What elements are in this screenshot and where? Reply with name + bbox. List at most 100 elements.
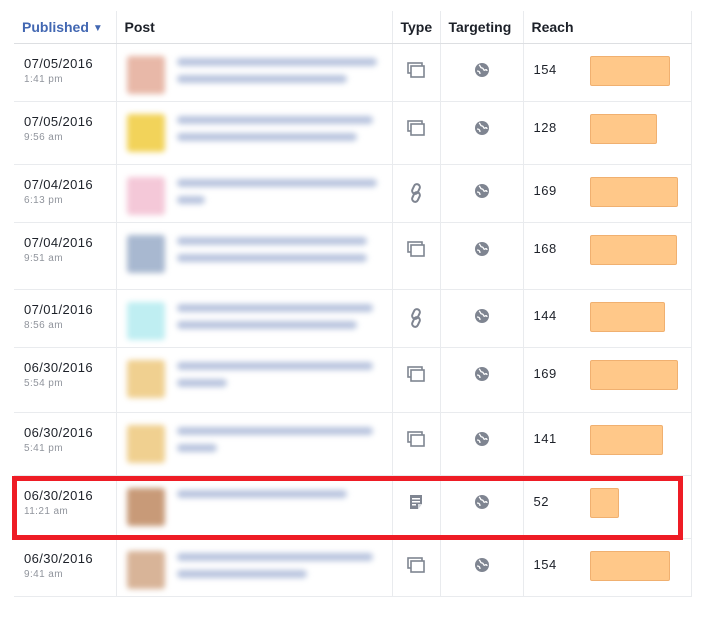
reach-value: 141 [533, 431, 557, 446]
link-icon [408, 308, 424, 332]
post-text-blurred [176, 427, 373, 435]
post-thumbnail[interactable] [126, 302, 165, 340]
post-thumbnail[interactable] [126, 177, 165, 215]
globe-icon [474, 184, 490, 203]
targeting-cell [440, 289, 524, 348]
post-text-blurred [176, 133, 357, 141]
post-text-blurred [176, 553, 373, 561]
post-cell[interactable] [116, 222, 393, 290]
type-cell [392, 101, 441, 165]
table-row[interactable]: 07/01/2016 8:56 am 144 [14, 289, 692, 348]
column-header-reach[interactable]: Reach [523, 11, 692, 44]
published-cell: 06/30/2016 11:21 am [14, 475, 117, 539]
table-row[interactable]: 06/30/2016 5:54 pm 169 [14, 347, 692, 413]
reach-cell: 154 [523, 43, 692, 102]
posts-table-container: Published ▼ Post Type Targeting Reach 07/… [14, 11, 692, 597]
reach-bar [589, 235, 677, 265]
post-text-blurred [176, 490, 347, 498]
published-cell: 07/05/2016 9:56 am [14, 101, 117, 165]
post-text-blurred [176, 570, 307, 578]
globe-icon [474, 432, 490, 451]
table-row[interactable]: 07/05/2016 9:56 am 128 [14, 101, 692, 165]
post-cell[interactable] [116, 475, 393, 539]
table-row[interactable]: 07/04/2016 9:51 am 168 [14, 222, 692, 290]
type-cell [392, 475, 441, 539]
post-thumbnail[interactable] [126, 360, 165, 398]
globe-icon [474, 121, 490, 140]
status-icon [407, 557, 425, 577]
reach-bar [589, 488, 619, 518]
post-cell[interactable] [116, 43, 393, 102]
targeting-cell [440, 538, 524, 597]
table-row[interactable]: 06/30/2016 5:41 pm 141 [14, 412, 692, 476]
published-date: 06/30/2016 [24, 551, 94, 566]
post-thumbnail[interactable] [126, 425, 165, 463]
reach-value: 52 [533, 494, 549, 509]
type-cell [392, 412, 441, 476]
table-row[interactable]: 07/05/2016 1:41 pm 154 [14, 43, 692, 102]
post-text-blurred [176, 379, 227, 387]
reach-bar [589, 177, 678, 207]
post-text-blurred [176, 444, 217, 452]
targeting-cell [440, 475, 524, 539]
published-date: 07/05/2016 [24, 56, 94, 71]
post-cell[interactable] [116, 347, 393, 413]
globe-icon [474, 63, 490, 82]
post-text-blurred [176, 304, 373, 312]
published-time: 9:56 am [24, 132, 63, 143]
reach-value: 128 [533, 120, 557, 135]
column-header-post[interactable]: Post [116, 11, 393, 44]
post-text-blurred [176, 196, 205, 204]
reach-cell: 141 [523, 412, 692, 476]
published-cell: 06/30/2016 5:41 pm [14, 412, 117, 476]
posts-table: Published ▼ Post Type Targeting Reach 07/… [14, 11, 692, 597]
column-header-targeting[interactable]: Targeting [440, 11, 524, 44]
post-text-blurred [176, 254, 367, 262]
published-date: 07/05/2016 [24, 114, 94, 129]
post-cell[interactable] [116, 101, 393, 165]
type-cell [392, 43, 441, 102]
published-cell: 06/30/2016 5:54 pm [14, 347, 117, 413]
targeting-cell [440, 222, 524, 290]
post-text-blurred [176, 179, 377, 187]
published-time: 5:54 pm [24, 378, 63, 389]
globe-icon [474, 367, 490, 386]
post-thumbnail[interactable] [126, 488, 165, 526]
reach-bar [589, 56, 670, 86]
post-cell[interactable] [116, 164, 393, 223]
published-date: 07/01/2016 [24, 302, 94, 317]
table-row[interactable]: 06/30/2016 9:41 am 154 [14, 538, 692, 597]
globe-icon [474, 242, 490, 261]
published-time: 8:56 am [24, 320, 63, 331]
type-cell [392, 538, 441, 597]
column-header-published[interactable]: Published ▼ [14, 11, 117, 44]
table-row[interactable]: 06/30/2016 11:21 am 52 [14, 475, 692, 539]
reach-cell: 128 [523, 101, 692, 165]
table-row[interactable]: 07/04/2016 6:13 pm 169 [14, 164, 692, 223]
reach-value: 169 [533, 366, 557, 381]
post-text-blurred [176, 321, 357, 329]
post-thumbnail[interactable] [126, 114, 165, 152]
globe-icon [474, 495, 490, 514]
reach-bar [589, 551, 670, 581]
column-header-type[interactable]: Type [392, 11, 441, 44]
post-thumbnail[interactable] [126, 235, 165, 273]
post-text-blurred [176, 237, 367, 245]
reach-cell: 154 [523, 538, 692, 597]
post-cell[interactable] [116, 538, 393, 597]
published-time: 9:51 am [24, 253, 63, 264]
post-thumbnail[interactable] [126, 56, 165, 94]
post-cell[interactable] [116, 289, 393, 348]
reach-cell: 52 [523, 475, 692, 539]
reach-value: 154 [533, 557, 557, 572]
post-text-blurred [176, 75, 347, 83]
reach-bar [589, 360, 678, 390]
reach-bar [589, 425, 663, 455]
published-time: 5:41 pm [24, 443, 63, 454]
post-cell[interactable] [116, 412, 393, 476]
post-thumbnail[interactable] [126, 551, 165, 589]
type-cell [392, 222, 441, 290]
type-cell [392, 347, 441, 413]
caret-down-icon: ▼ [92, 23, 103, 34]
reach-cell: 144 [523, 289, 692, 348]
